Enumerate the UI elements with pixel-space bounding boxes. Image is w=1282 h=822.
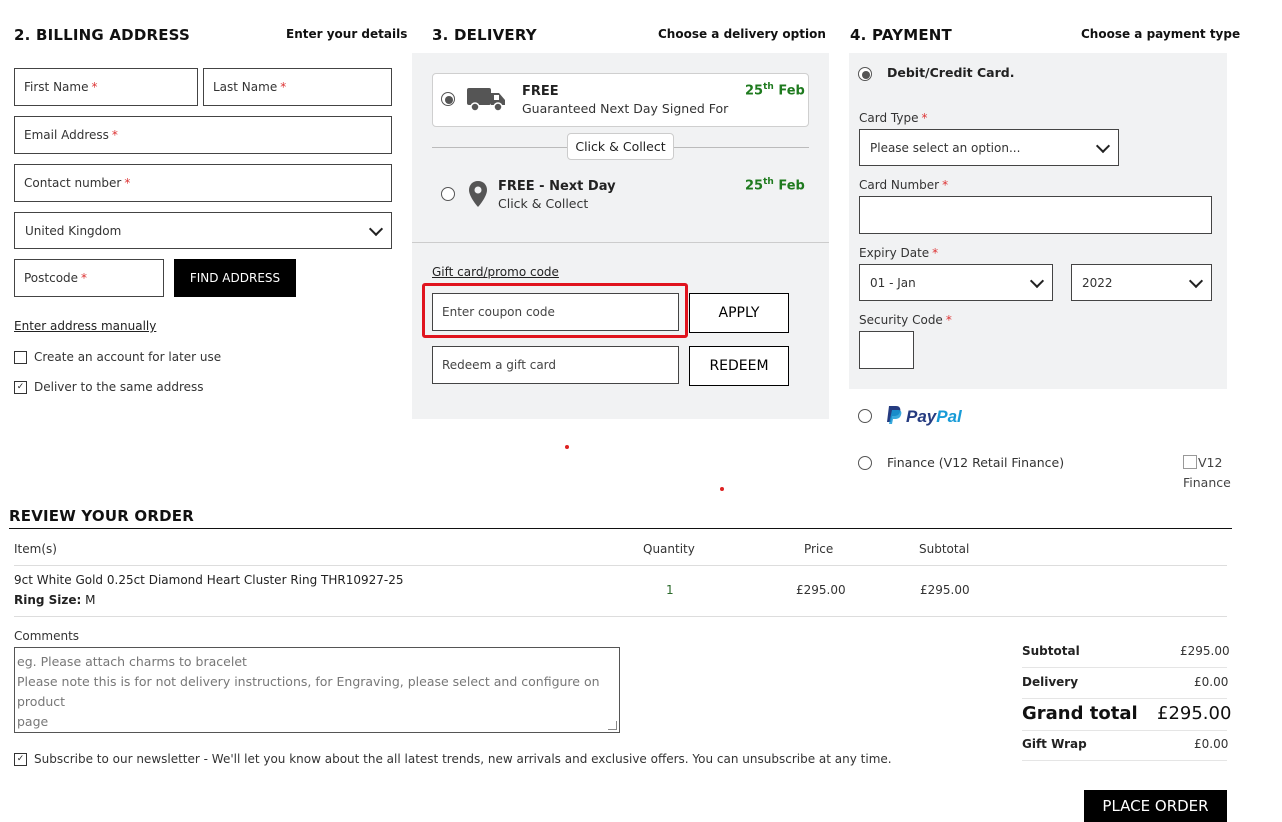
delivery-hint: Choose a delivery option [658, 27, 826, 41]
totals-divider [1022, 698, 1227, 699]
quantity-header: Quantity [643, 542, 695, 556]
paypal-icon [886, 405, 902, 429]
apply-button[interactable]: APPLY [689, 293, 789, 333]
card-number-input[interactable] [859, 196, 1212, 234]
last-name-field[interactable]: Last Name * [203, 68, 392, 106]
gift-wrap-label: Gift Wrap [1022, 737, 1087, 751]
card-type-label: Card Type * [859, 111, 928, 125]
place-order-button[interactable]: PLACE ORDER [1084, 790, 1227, 822]
card-payment-label: Debit/Credit Card. [887, 65, 1015, 80]
card-number-label: Card Number * [859, 178, 949, 192]
price-header: Price [804, 542, 834, 556]
newsletter-option[interactable]: ✓ Subscribe to our newsletter - We'll le… [14, 752, 892, 766]
totals-divider [1022, 667, 1227, 668]
delivery-standard-title: FREE [522, 84, 559, 99]
items-header: Item(s) [14, 542, 57, 556]
review-title: REVIEW YOUR ORDER [9, 507, 194, 525]
totals-divider [1022, 730, 1227, 731]
item-ring-size: Ring Size: M [14, 593, 96, 607]
same-address-checkbox[interactable]: ✓ [14, 380, 27, 394]
expiry-date-label: Expiry Date * [859, 246, 939, 260]
map-pin-icon [468, 180, 488, 212]
item-name: 9ct White Gold 0.25ct Diamond Heart Clus… [14, 573, 404, 587]
card-payment-radio[interactable] [858, 67, 872, 81]
expiry-month-select[interactable]: 01 - Jan [859, 264, 1053, 301]
billing-title: 2. BILLING ADDRESS [14, 26, 190, 44]
newsletter-checkbox[interactable]: ✓ [14, 752, 27, 766]
truck-icon [466, 85, 508, 117]
subtotal-header: Subtotal [919, 542, 970, 556]
subtotal-label: Subtotal [1022, 644, 1080, 658]
redeem-button[interactable]: REDEEM [689, 346, 789, 386]
dot-marker [565, 445, 569, 449]
finance-label: Finance (V12 Retail Finance) [887, 455, 1065, 470]
billing-hint: Enter your details [286, 27, 408, 41]
resize-handle-icon[interactable] [608, 721, 617, 730]
country-select[interactable]: United Kingdom [14, 212, 392, 249]
delivery-value: £0.00 [1194, 675, 1229, 689]
expiry-year-select[interactable]: 2022 [1071, 264, 1212, 301]
delivery-title: 3. DELIVERY [432, 26, 537, 44]
delivery-standard-subtitle: Guaranteed Next Day Signed For [522, 101, 729, 116]
paypal-logo: PayPal [886, 405, 962, 429]
gift-wrap-value: £0.00 [1194, 737, 1229, 751]
delivery-collect-radio[interactable] [441, 187, 455, 201]
payment-hint: Choose a payment type [1081, 27, 1241, 41]
delivery-collect-title: FREE - Next Day [498, 179, 616, 194]
delivery-standard-date: 25th Feb [745, 82, 805, 99]
contact-number-field[interactable]: Contact number * [14, 164, 392, 202]
grand-total-value: £295.00 [1157, 703, 1232, 724]
comments-label: Comments [14, 629, 80, 643]
create-account-option[interactable]: Create an account for later use [14, 350, 221, 364]
chevron-down-icon [1095, 138, 1111, 153]
coupon-code-input[interactable]: Enter coupon code [432, 293, 679, 331]
header-divider [14, 565, 1227, 566]
chevron-down-icon [1188, 273, 1204, 288]
item-subtotal: £295.00 [920, 583, 970, 597]
review-rule [9, 528, 1232, 529]
item-quantity: 1 [666, 583, 674, 597]
chevron-down-icon [1029, 273, 1045, 288]
first-name-field[interactable]: First Name * [14, 68, 198, 106]
item-price: £295.00 [796, 583, 846, 597]
security-code-label: Security Code * [859, 313, 952, 327]
same-address-option[interactable]: ✓ Deliver to the same address [14, 380, 204, 394]
delivery-standard-radio[interactable] [441, 92, 455, 106]
subtotal-value: £295.00 [1180, 644, 1230, 658]
delivery-label: Delivery [1022, 675, 1079, 689]
enter-address-manually-link[interactable]: Enter address manually [14, 319, 156, 333]
comments-textarea[interactable]: eg. Please attach charms to bracelet Ple… [14, 647, 620, 733]
dot-marker [720, 487, 724, 491]
finance-radio[interactable] [858, 456, 872, 470]
security-code-input[interactable] [859, 331, 914, 369]
payment-title: 4. PAYMENT [850, 26, 952, 44]
click-collect-divider-label: Click & Collect [567, 133, 674, 160]
create-account-checkbox[interactable] [14, 350, 27, 364]
postcode-field[interactable]: Postcode * [14, 259, 164, 297]
grand-total-label: Grand total [1022, 703, 1138, 724]
delivery-section-divider [412, 242, 829, 243]
item-divider [14, 616, 1227, 617]
chevron-down-icon [368, 221, 384, 236]
gift-promo-link[interactable]: Gift card/promo code [432, 265, 559, 279]
broken-image-icon [1183, 455, 1197, 469]
totals-divider [1022, 760, 1227, 761]
find-address-button[interactable]: FIND ADDRESS [174, 259, 296, 297]
gift-card-input[interactable]: Redeem a gift card [432, 346, 679, 384]
paypal-radio[interactable] [858, 409, 872, 423]
email-field[interactable]: Email Address * [14, 116, 392, 154]
delivery-collect-date: 25th Feb [745, 177, 805, 194]
card-type-select[interactable]: Please select an option... [859, 129, 1119, 166]
delivery-collect-subtitle: Click & Collect [498, 196, 589, 211]
v12-finance-image: V12 Finance [1183, 455, 1231, 490]
